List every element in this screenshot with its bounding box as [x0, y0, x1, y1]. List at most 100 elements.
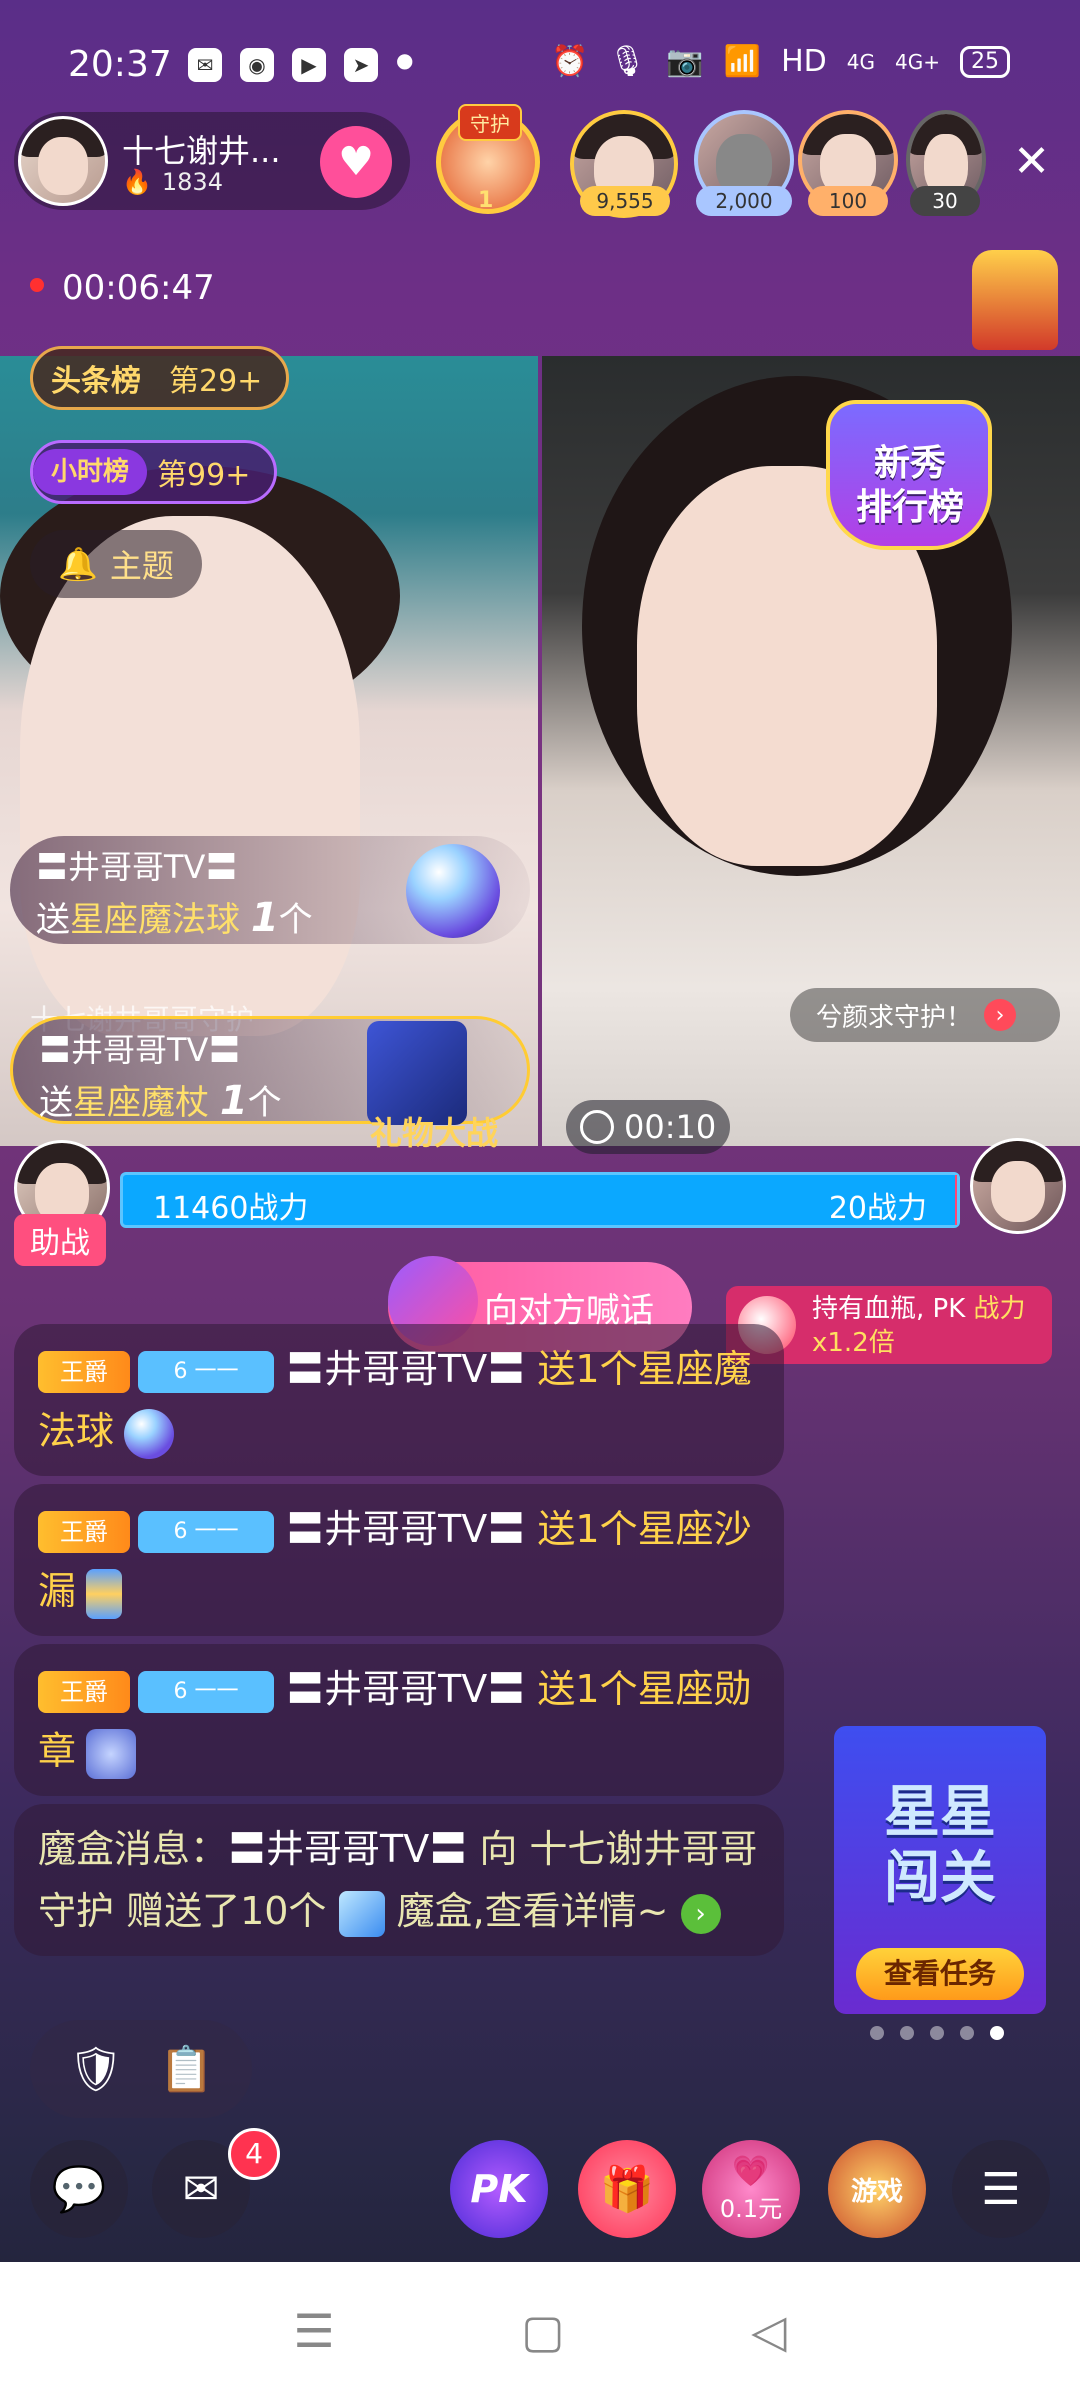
tool-pill: 🛡 📋: [30, 2020, 252, 2118]
gift-button[interactable]: 🎁: [578, 2140, 676, 2238]
level-number: 6: [173, 1518, 188, 1544]
mail-notification-badge: 4: [228, 2128, 280, 2180]
host-fans-count: 1834: [161, 168, 223, 196]
fire-icon: 🔥: [122, 168, 152, 196]
recharge-label: 0.1元: [719, 2195, 783, 2223]
status-time: 20:37: [68, 44, 172, 85]
potion-highlight: 战: [973, 1294, 1000, 1324]
pk-power-bar: 11460战力 20战力: [120, 1172, 960, 1228]
heart-gift-icon: 💗: [732, 2154, 770, 2189]
send-app-icon: ➤: [344, 48, 378, 82]
recent-apps-icon[interactable]: ☰: [293, 2304, 334, 2358]
host-card[interactable]: 十七谢井... 🔥 1834 ♥: [14, 112, 410, 210]
gift-box-icon: 🎁: [599, 2164, 655, 2215]
gift-toast-unit: 个: [278, 900, 313, 940]
level-badge: 6 一一: [138, 1350, 274, 1393]
chat-user: 〓井哥哥TV〓: [286, 1667, 526, 1711]
chat-message: 王爵 6 一一 〓井哥哥TV〓 送1个星座勋章: [14, 1644, 784, 1796]
level-name: 一一: [194, 1358, 239, 1384]
level-badge: 6 一一: [138, 1670, 274, 1713]
gift-toast-count: 1: [250, 895, 279, 941]
magic-box-prefix: 魔盒消息：: [38, 1827, 229, 1871]
magic-box-message[interactable]: 魔盒消息：〓井哥哥TV〓 向 十七谢井哥哥守护 赠送了10个 魔盒,查看详情~ …: [14, 1804, 784, 1956]
level-number: 6: [173, 1358, 188, 1384]
newcomer-ranking-badge[interactable]: 新秀 排行榜: [806, 380, 1012, 550]
magic-box-suffix: 魔盒,查看详情~: [384, 1889, 669, 1933]
pk-button[interactable]: PK: [450, 2140, 548, 2238]
signal2-label: 4G+: [895, 49, 940, 74]
signal1-label: 4G: [846, 49, 876, 74]
recording-dot-icon: [30, 278, 44, 292]
status-indicators: ⏰ 🎙 📷 📶 HD 4G 4G+ 25: [551, 44, 1010, 79]
gift-toast-gift: 星座魔法球: [70, 900, 240, 940]
star-game-title-2: 闯关: [884, 1846, 996, 1911]
pk-timer-value: 00:10: [624, 1108, 717, 1146]
headline-rank-pill[interactable]: 头条榜 第29+: [30, 346, 290, 410]
magic-box-user: 〓井哥哥TV〓: [228, 1827, 468, 1871]
medal-icon: [86, 1728, 137, 1779]
carousel-dot-active[interactable]: [990, 2026, 1004, 2040]
app-icon: ◉: [240, 48, 274, 82]
wifi-icon: 📶: [723, 44, 762, 79]
clock-icon: [580, 1110, 614, 1144]
status-bar: 20:37 ✉ ◉ ▶ ➤ ● ⏰ 🎙 📷 📶 HD 4G 4G+ 25: [0, 0, 1080, 110]
hour-rank-tag: 小时榜: [33, 449, 148, 495]
mic-icon: 🎙: [608, 44, 647, 79]
viewer-score-4: 30: [910, 186, 980, 216]
magic-box-icon: [338, 1890, 385, 1937]
view-task-button[interactable]: 查看任务: [856, 1948, 1024, 2000]
game-button[interactable]: 游戏: [828, 2140, 926, 2238]
menu-icon: ☰: [981, 2163, 1021, 2215]
level-name: 一一: [194, 1678, 239, 1704]
viewer-score-1: 9,555: [580, 186, 670, 216]
shield-icon[interactable]: 🛡: [68, 2043, 124, 2095]
chat-bubble-icon: 💬: [51, 2164, 107, 2215]
carousel-dots: [870, 2026, 1004, 2040]
hd-label: HD: [781, 44, 827, 79]
camera-icon: 📷: [666, 44, 704, 79]
host-name: 十七谢井...: [122, 132, 281, 170]
bell-icon: 🔔: [58, 545, 98, 583]
topic-button[interactable]: 🔔 主题: [30, 530, 202, 598]
throne-icon[interactable]: [972, 250, 1058, 350]
chat-user: 〓井哥哥TV〓: [286, 1507, 526, 1551]
gift-toast-prefix: 送: [39, 1083, 73, 1123]
chevron-right-icon: ›: [984, 999, 1017, 1031]
battery-indicator: 25: [960, 45, 1010, 78]
gift-toast-unit: 个: [247, 1083, 282, 1123]
wechat-icon: ✉: [188, 48, 222, 82]
guard-request-banner[interactable]: 兮颜求守护！ ›: [790, 988, 1060, 1042]
menu-button[interactable]: ☰: [952, 2140, 1050, 2238]
gift-toast-count: 1: [219, 1078, 248, 1124]
task-list-icon[interactable]: 📋: [159, 2043, 214, 2095]
home-icon[interactable]: ▢: [521, 2304, 564, 2358]
close-icon[interactable]: ✕: [1013, 136, 1050, 187]
notification-icons: ✉ ◉ ▶ ➤ ●: [188, 48, 413, 82]
pk-right-power: 20战力: [828, 1191, 927, 1226]
hour-rank-pill[interactable]: 小时榜 第99+: [30, 440, 278, 504]
guard-label: 守护: [458, 104, 522, 141]
carousel-dot[interactable]: [900, 2026, 914, 2040]
carousel-dot[interactable]: [870, 2026, 884, 2040]
carousel-dot[interactable]: [960, 2026, 974, 2040]
headline-rank-value: 第29+: [169, 364, 263, 399]
go-arrow-icon[interactable]: ›: [680, 1893, 721, 1934]
follow-heart-button[interactable]: ♥: [320, 126, 392, 198]
recharge-button[interactable]: 💗 0.1元: [702, 2140, 800, 2238]
assist-button[interactable]: 助战: [14, 1214, 106, 1266]
gift-toast-prefix: 送: [36, 900, 70, 940]
carousel-dot[interactable]: [930, 2026, 944, 2040]
host-avatar[interactable]: [18, 116, 108, 206]
back-icon[interactable]: ◁: [751, 2304, 786, 2358]
magic-orb-icon: [124, 1408, 175, 1459]
guard-request-text: 兮颜求守护！: [816, 1002, 973, 1033]
guard-badge[interactable]: 守护 1: [428, 104, 546, 216]
chat-input-button[interactable]: 💬: [30, 2140, 128, 2238]
viewer-score-3: 100: [808, 186, 888, 216]
chat-message: 王爵 6 一一 〓井哥哥TV〓 送1个星座魔法球: [14, 1324, 784, 1476]
pk-right-avatar[interactable]: [970, 1138, 1066, 1234]
star-game-banner[interactable]: 星星 闯关 查看任务: [834, 1726, 1046, 2014]
noble-badge: 王爵: [38, 1510, 130, 1553]
level-badge: 6 一一: [138, 1510, 274, 1553]
level-number: 6: [173, 1678, 188, 1704]
